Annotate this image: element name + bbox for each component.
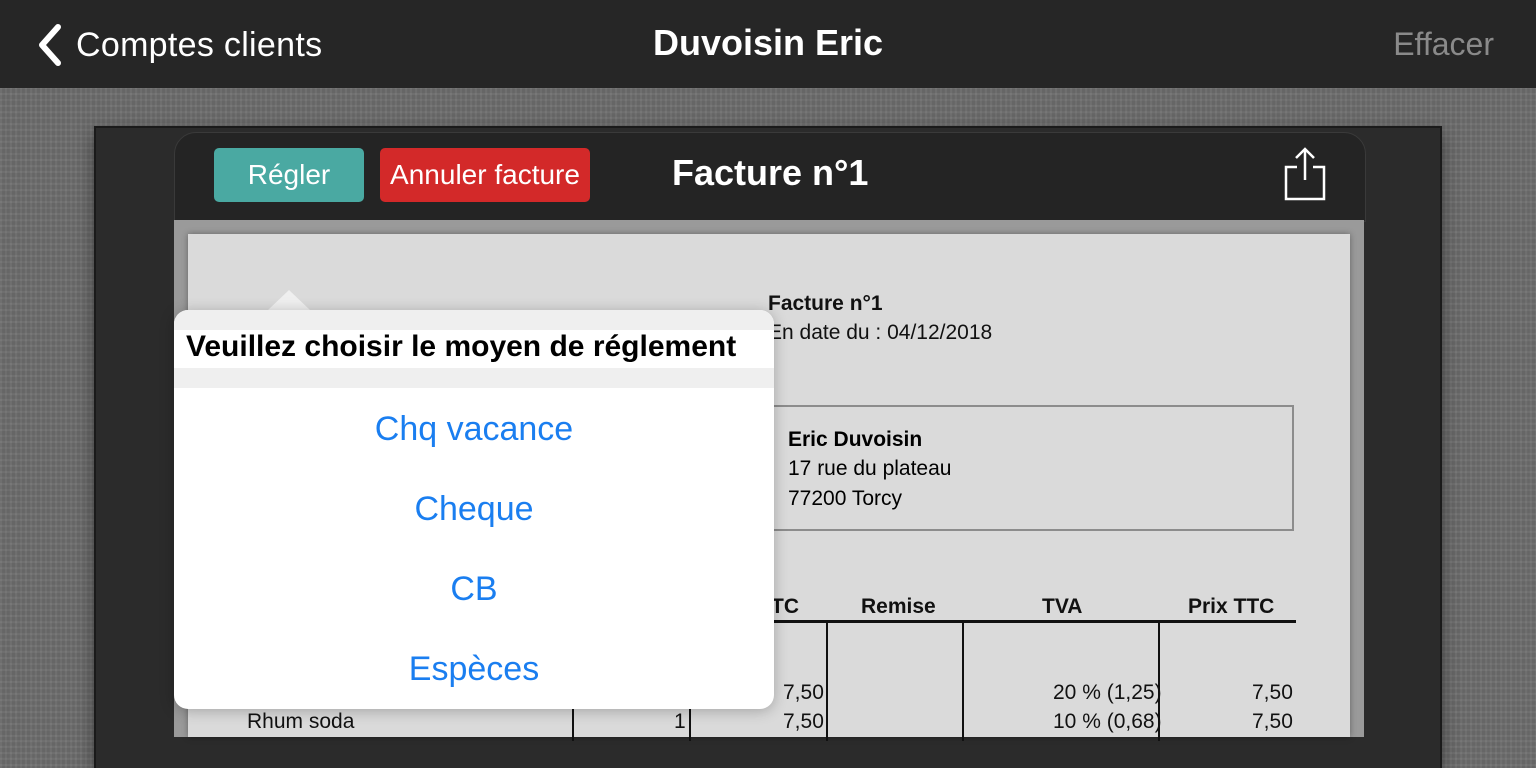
cell-article: Rhum soda bbox=[247, 710, 355, 733]
invoice-toolbar-title: Facture n°1 bbox=[672, 152, 869, 193]
table-column-divider bbox=[962, 621, 964, 741]
cell-tva: 10 % (0,68) bbox=[1053, 710, 1162, 733]
column-header-prix-ttc: Prix TTC bbox=[1188, 595, 1275, 618]
client-name: Eric Duvoisin bbox=[788, 428, 923, 451]
client-address-line1: 17 rue du plateau bbox=[788, 457, 952, 480]
cell-unit-price: 7,50 bbox=[783, 681, 824, 704]
client-address-line2: 77200 Torcy bbox=[788, 487, 903, 510]
cancel-invoice-button[interactable]: Annuler facture bbox=[380, 148, 590, 202]
cell-unit-price: 7,50 bbox=[783, 710, 824, 733]
share-icon bbox=[1282, 147, 1328, 206]
payment-option-chq-vacance[interactable]: Chq vacance bbox=[174, 410, 774, 449]
popover-arrow bbox=[268, 290, 310, 310]
column-header-tva: TVA bbox=[1042, 595, 1083, 618]
column-header-remise: Remise bbox=[861, 595, 936, 618]
invoice-title: Facture n°1 bbox=[768, 292, 883, 315]
payment-method-popover: Veuillez choisir le moyen de réglement C… bbox=[174, 310, 774, 709]
column-header-pu: TC bbox=[771, 595, 799, 618]
invoice-date: En date du : 04/12/2018 bbox=[768, 321, 993, 344]
cell-tva: 20 % (1,25) bbox=[1053, 681, 1162, 704]
page-title: Duvoisin Eric bbox=[652, 22, 884, 63]
share-button[interactable] bbox=[1282, 146, 1328, 207]
popover-title: Veuillez choisir le moyen de réglement bbox=[186, 330, 737, 363]
navigation-bar: Comptes clients Duvoisin Eric Effacer bbox=[0, 0, 1536, 88]
payment-option-especes[interactable]: Espèces bbox=[174, 650, 774, 689]
table-column-divider bbox=[826, 621, 828, 741]
cell-quantity: 1 bbox=[674, 710, 686, 733]
clear-button[interactable]: Effacer bbox=[1393, 26, 1494, 63]
cell-price-ttc: 7,50 bbox=[1252, 710, 1293, 733]
payment-option-cheque[interactable]: Cheque bbox=[174, 490, 774, 529]
settle-button[interactable]: Régler bbox=[214, 148, 364, 202]
payment-option-cb[interactable]: CB bbox=[174, 570, 774, 609]
cell-price-ttc: 7,50 bbox=[1252, 681, 1293, 704]
